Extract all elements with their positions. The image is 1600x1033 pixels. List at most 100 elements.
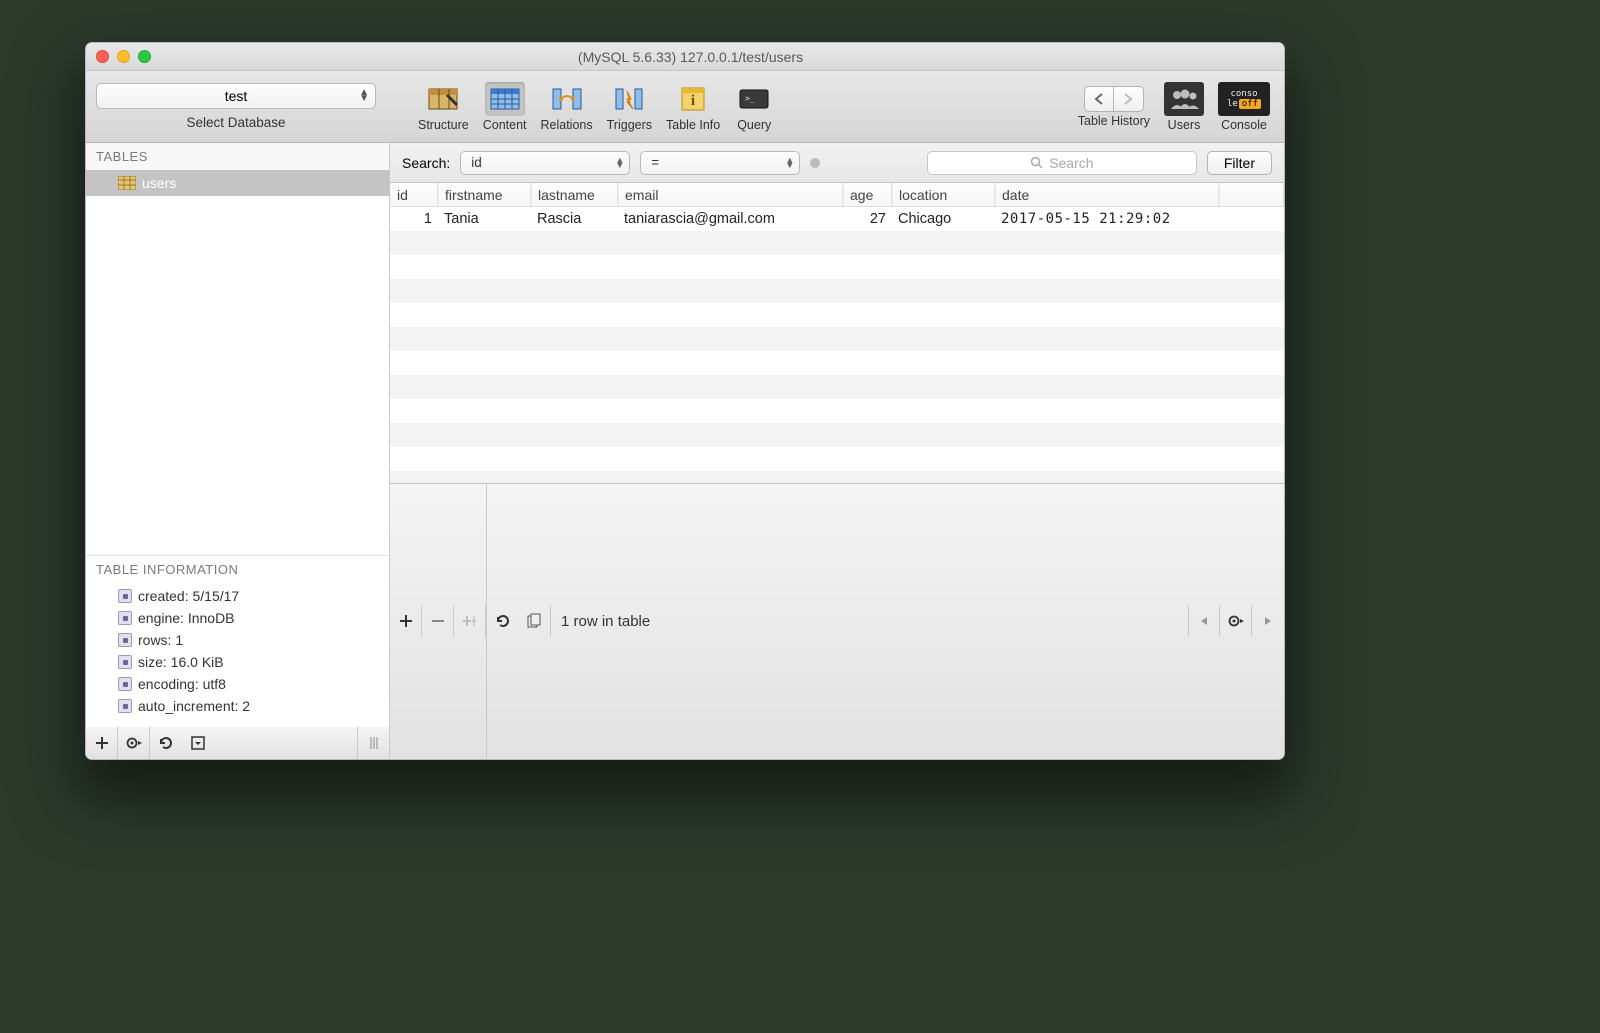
sidebar-table-item[interactable]: users — [86, 170, 389, 196]
cell-email[interactable]: taniarascia@gmail.com — [618, 207, 843, 231]
column-header-lastname[interactable]: lastname — [531, 183, 618, 206]
sidebar-statusbar — [86, 727, 389, 759]
empty-row — [390, 255, 1284, 279]
remove-row-button[interactable] — [422, 605, 454, 637]
bullet-icon — [118, 589, 132, 603]
column-header-age[interactable]: age — [843, 183, 892, 206]
cell-date[interactable]: 2017-05-15 21:29:02 — [995, 207, 1219, 231]
empty-row — [390, 447, 1284, 471]
svg-text:i: i — [691, 93, 695, 109]
titlebar: (MySQL 5.6.33) 127.0.0.1/test/users — [86, 43, 1284, 71]
table-info-row: encoding: utf8 — [86, 673, 389, 695]
column-header-date[interactable]: date — [995, 183, 1219, 206]
window-title: (MySQL 5.6.33) 127.0.0.1/test/users — [151, 49, 1284, 65]
search-bar: Search: id ▲▼ = ▲▼ Search Filter — [390, 143, 1284, 183]
refresh-icon — [158, 735, 174, 751]
column-header-id[interactable]: id — [390, 183, 438, 206]
minus-icon — [431, 614, 445, 628]
bullet-icon — [118, 611, 132, 625]
cell-age[interactable]: 27 — [843, 207, 892, 231]
chevron-left-icon — [1094, 93, 1104, 105]
search-field-select[interactable]: id ▲▼ — [460, 151, 630, 175]
table-info-text: encoding: utf8 — [138, 676, 226, 692]
duplicate-row-button[interactable] — [454, 605, 486, 637]
tab-content[interactable]: Content — [479, 82, 531, 132]
relations-icon — [547, 82, 587, 116]
empty-row — [390, 231, 1284, 255]
sidebar-resize-handle[interactable] — [357, 727, 389, 759]
column-header-location[interactable]: location — [892, 183, 995, 206]
cell-firstname[interactable]: Tania — [438, 207, 531, 231]
console-button[interactable]: conso leoff Console — [1214, 82, 1274, 132]
collapse-icon — [191, 736, 205, 750]
empty-row — [390, 351, 1284, 375]
table-info-text: rows: 1 — [138, 632, 183, 648]
prev-page-button[interactable] — [1188, 605, 1220, 637]
tab-structure[interactable]: Structure — [414, 82, 473, 132]
table-info-row: rows: 1 — [86, 629, 389, 651]
content-icon — [485, 82, 525, 116]
search-icon — [1030, 156, 1043, 169]
svg-text:>_: >_ — [745, 94, 755, 103]
refresh-tables-button[interactable] — [150, 727, 182, 759]
column-header-spacer — [1219, 183, 1284, 206]
pagination-button[interactable] — [519, 605, 551, 637]
chevron-updown-icon: ▲▼ — [785, 158, 794, 168]
next-page-button[interactable] — [1252, 605, 1284, 637]
tab-triggers[interactable]: Triggers — [603, 82, 656, 132]
table-info-row: engine: InnoDB — [86, 607, 389, 629]
history-forward-button[interactable] — [1114, 86, 1144, 112]
database-select-label: Select Database — [186, 115, 285, 130]
minimize-window-button[interactable] — [117, 50, 130, 63]
empty-row — [390, 303, 1284, 327]
add-table-button[interactable] — [86, 727, 118, 759]
grid-body[interactable]: 1TaniaRasciataniarascia@gmail.com27Chica… — [390, 207, 1284, 483]
users-icon — [1164, 82, 1204, 116]
triggers-icon — [609, 82, 649, 116]
refresh-icon — [495, 613, 511, 629]
table-row[interactable]: 1TaniaRasciataniarascia@gmail.com27Chica… — [390, 207, 1284, 231]
triangle-right-icon — [1262, 615, 1274, 627]
row-count-label: 1 row in table — [551, 613, 660, 630]
database-select-value: test — [225, 88, 248, 104]
search-input[interactable]: Search — [927, 151, 1197, 175]
plus-icon — [399, 614, 413, 628]
cell-location[interactable]: Chicago — [892, 207, 995, 231]
search-label: Search: — [402, 155, 450, 171]
bullet-icon — [118, 655, 132, 669]
close-window-button[interactable] — [96, 50, 109, 63]
cell-id[interactable]: 1 — [390, 207, 438, 231]
search-operator-select[interactable]: = ▲▼ — [640, 151, 800, 175]
gear-icon — [125, 736, 143, 750]
tab-table-info[interactable]: i Table Info — [662, 82, 724, 132]
tab-relations[interactable]: Relations — [537, 82, 597, 132]
table-info-header: TABLE INFORMATION — [86, 555, 389, 581]
cell-lastname[interactable]: Rascia — [531, 207, 618, 231]
empty-row — [390, 375, 1284, 399]
toggle-info-button[interactable] — [182, 727, 214, 759]
add-row-button[interactable] — [390, 605, 422, 637]
table-actions-menu[interactable] — [118, 727, 150, 759]
users-button[interactable]: Users — [1160, 82, 1208, 132]
database-select[interactable]: test ▲▼ — [96, 83, 376, 109]
search-indicator-icon — [810, 158, 820, 168]
filter-button[interactable]: Filter — [1207, 151, 1272, 175]
grid-header: idfirstnamelastnameemailagelocationdate — [390, 183, 1284, 207]
table-icon — [118, 176, 136, 190]
table-info-row: auto_increment: 2 — [86, 695, 389, 717]
bullet-icon — [118, 677, 132, 691]
grip-icon — [369, 735, 379, 751]
empty-row — [390, 471, 1284, 483]
table-actions-menu-2[interactable] — [1220, 605, 1252, 637]
zoom-window-button[interactable] — [138, 50, 151, 63]
main-panel: Search: id ▲▼ = ▲▼ Search Filter — [390, 143, 1284, 759]
column-header-firstname[interactable]: firstname — [438, 183, 531, 206]
table-info-text: created: 5/15/17 — [138, 588, 239, 604]
reload-button[interactable] — [487, 605, 519, 637]
sidebar-table-label: users — [142, 175, 176, 191]
duplicate-icon — [462, 614, 478, 628]
bullet-icon — [118, 699, 132, 713]
tab-query[interactable]: >_ Query — [730, 82, 778, 132]
history-back-button[interactable] — [1084, 86, 1114, 112]
column-header-email[interactable]: email — [618, 183, 843, 206]
